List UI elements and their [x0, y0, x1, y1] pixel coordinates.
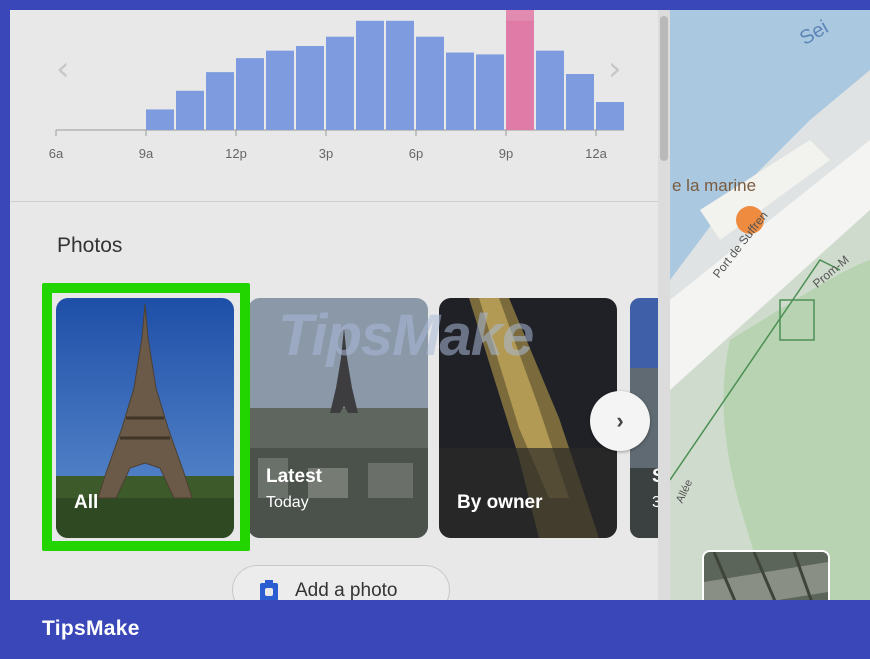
tick-label-6p: 6p	[409, 146, 423, 161]
bar-9a[interactable]	[146, 109, 174, 130]
photo-tile-latest[interactable]: Latest Today	[248, 298, 428, 538]
scrollbar-thumb[interactable]	[660, 16, 668, 161]
screenshot-frame: ‹ › 6a 9a 12p 3p 6p 9p 12a Photos All La…	[10, 10, 870, 600]
bar-6p[interactable]	[416, 36, 444, 130]
add-photo-label: Add a photo	[295, 580, 398, 600]
add-photo-button[interactable]: Add a photo	[232, 565, 450, 600]
bar-11p[interactable]	[566, 74, 594, 130]
carousel-next-button[interactable]: ›	[590, 391, 650, 451]
chevron-right-icon: ›	[616, 408, 624, 433]
photos-heading: Photos	[57, 234, 123, 257]
tick-label-9a: 9a	[139, 146, 154, 161]
bar-12p[interactable]	[236, 58, 264, 131]
bar-7p[interactable]	[446, 52, 474, 130]
tick-label-3p: 3p	[319, 146, 333, 161]
bar-11a[interactable]	[206, 72, 234, 130]
bar-1p[interactable]	[266, 50, 294, 130]
camera-plus-icon	[260, 580, 278, 600]
tick-label-12p: 12p	[225, 146, 247, 161]
tick-label-12a: 12a	[585, 146, 607, 161]
place-details-panel: ‹ › 6a 9a 12p 3p 6p 9p 12a Photos All La…	[10, 10, 658, 600]
footer-brand: TipsMake	[42, 617, 140, 640]
bar-10p[interactable]	[536, 50, 564, 130]
tick-label-9p: 9p	[499, 146, 513, 161]
tile-label-by-owner: By owner	[457, 492, 543, 513]
popular-times-svg: 6a 9a 12p 3p 6p 9p 12a	[49, 10, 624, 161]
map-canvas	[670, 10, 870, 600]
bar-8p[interactable]	[476, 54, 504, 130]
bar-9p[interactable]	[506, 20, 534, 130]
bar-3p[interactable]	[326, 36, 354, 130]
satellite-layer-thumbnail[interactable]	[702, 550, 830, 600]
tick-label-6a: 6a	[49, 146, 64, 161]
tile-label-latest: Latest	[266, 466, 322, 487]
tile-sub-latest: Today	[266, 494, 309, 511]
bar-12a[interactable]	[596, 102, 624, 130]
section-divider	[10, 201, 658, 202]
bar-2p[interactable]	[296, 46, 324, 130]
satellite-preview	[704, 552, 828, 600]
tipsmake-footer: TipsMake	[0, 600, 870, 659]
popular-times-chart: ‹ › 6a 9a 12p 3p 6p 9p 12a	[10, 10, 658, 200]
panel-scrollbar[interactable]	[658, 10, 670, 600]
bar-10a[interactable]	[176, 90, 204, 130]
bar-5p[interactable]	[386, 20, 414, 130]
map-view[interactable]: Sei e la marine Port de Suffren Prom-M A…	[670, 10, 870, 600]
highlight-box	[42, 283, 250, 551]
map-label-marine: e la marine	[672, 176, 757, 195]
bar-4p[interactable]	[356, 20, 384, 130]
